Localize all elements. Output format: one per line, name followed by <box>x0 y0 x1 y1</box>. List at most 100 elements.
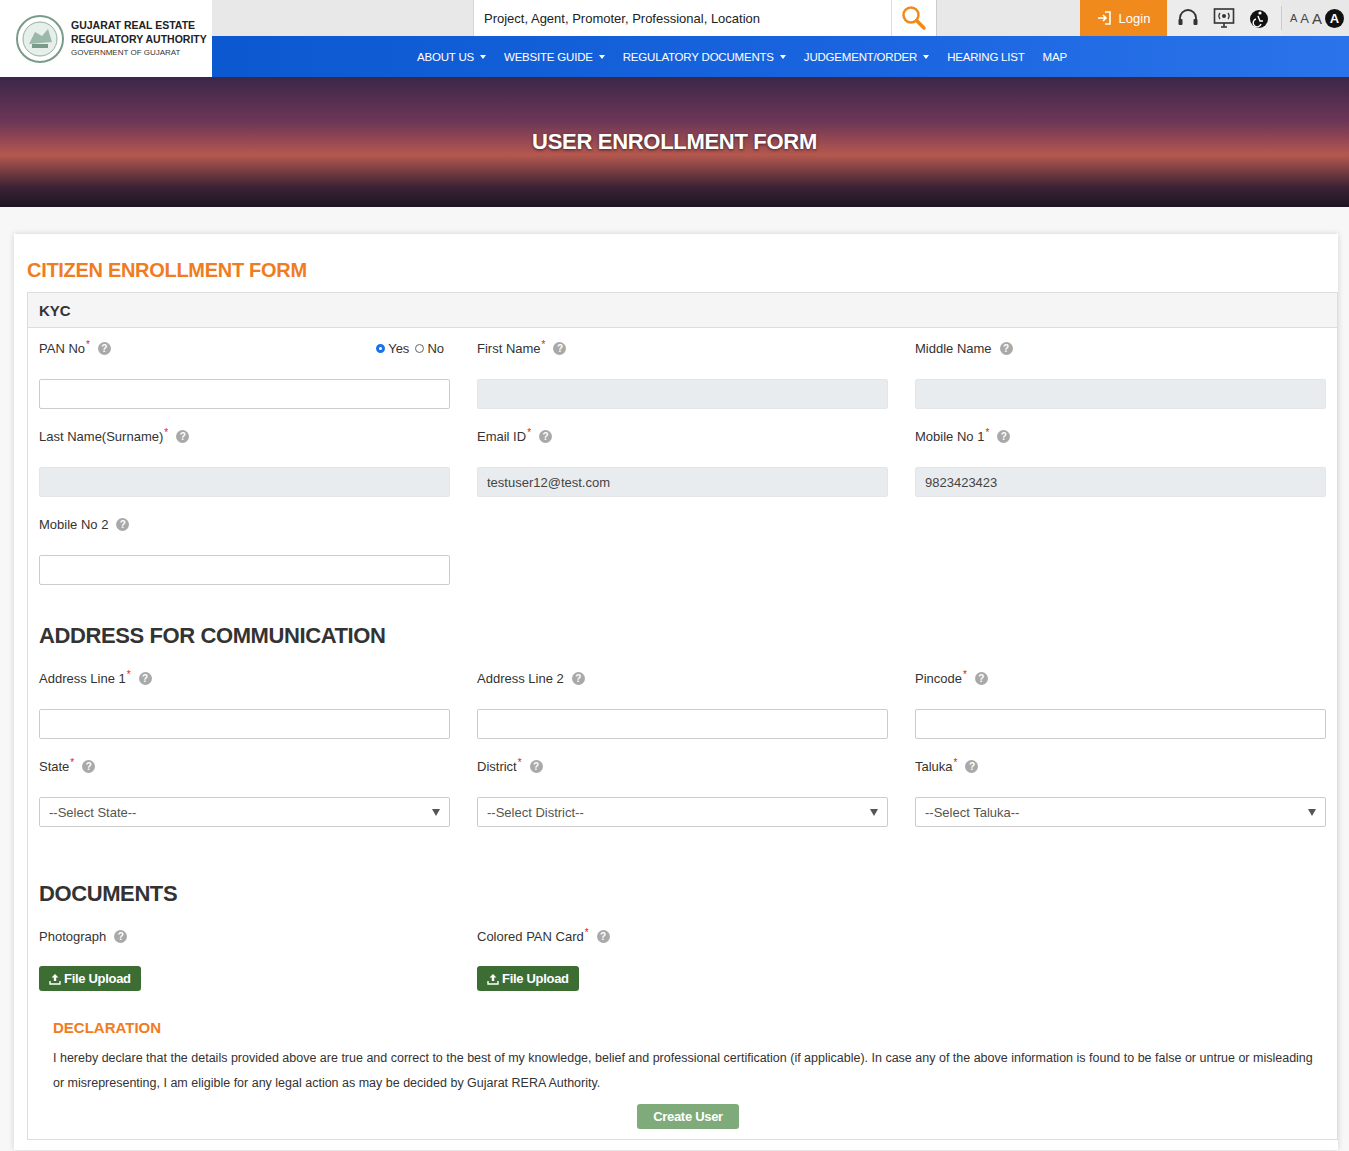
text-input[interactable] <box>915 709 1326 739</box>
field-label: Email ID* <box>477 427 531 444</box>
logo-text: GOVERNMENT OF GUJARAT <box>71 46 207 60</box>
content: CITIZEN ENROLLMENT FORM KYC PAN No* ? Ye… <box>0 207 1349 1150</box>
help-icon[interactable]: ? <box>1000 342 1013 355</box>
search-button[interactable] <box>891 0 937 36</box>
help-icon[interactable]: ? <box>597 930 610 943</box>
nav-item[interactable]: ABOUT US <box>417 51 486 63</box>
radio-option[interactable]: Yes <box>376 341 409 356</box>
field-label: State* <box>39 757 74 774</box>
text-input <box>39 467 450 497</box>
required-mark: * <box>585 927 589 938</box>
search-input[interactable]: Project, Agent, Promoter, Professional, … <box>473 0 891 36</box>
help-icon[interactable]: ? <box>997 430 1010 443</box>
form-field: Taluka* ? --Select Taluka-- <box>915 757 1326 827</box>
nav-bar: ABOUT US WEBSITE GUIDE REGULATORY DOCUMENT… <box>212 36 1349 77</box>
required-mark: * <box>164 427 168 438</box>
magnifier-icon <box>901 5 927 31</box>
form-field: Address Line 1* ? <box>39 669 450 739</box>
caret-icon <box>870 809 878 816</box>
radio-button[interactable] <box>415 344 424 353</box>
select-field[interactable]: --Select State-- <box>39 797 450 827</box>
text-input[interactable] <box>477 709 888 739</box>
form-field: District* ? --Select District-- <box>477 757 888 827</box>
font-size-button[interactable]: A <box>1312 11 1322 26</box>
file-upload-button[interactable]: File Upload <box>39 966 141 991</box>
section-heading: ADDRESS FOR COMMUNICATION <box>39 623 1326 649</box>
field-label: Colored PAN Card* <box>477 927 589 944</box>
text-input[interactable] <box>39 379 450 409</box>
form-field: Last Name(Surname)* ? <box>39 427 450 497</box>
font-size-button[interactable]: A <box>1290 13 1297 24</box>
nav-item[interactable]: JUDGEMENT/ORDER <box>804 51 929 63</box>
help-icon[interactable]: ? <box>114 930 127 943</box>
toolbar <box>1167 0 1281 36</box>
field-label: Last Name(Surname)* <box>39 427 168 444</box>
required-mark: * <box>527 427 531 438</box>
nav-item[interactable]: MAP <box>1043 51 1067 63</box>
field-label: Mobile No 2 <box>39 517 108 532</box>
form-field: Mobile No 2 ? <box>39 515 450 585</box>
field-label: Address Line 1* <box>39 669 131 686</box>
help-icon[interactable]: ? <box>975 672 988 685</box>
help-icon[interactable]: ? <box>530 760 543 773</box>
form-field: Pincode* ? <box>915 669 1326 739</box>
banner: USER ENROLLMENT FORM <box>0 77 1349 207</box>
field-label: Pincode* <box>915 669 967 686</box>
help-icon[interactable]: ? <box>965 760 978 773</box>
document-field: Colored PAN Card* ? File Upload <box>477 927 888 991</box>
help-icon[interactable]: ? <box>176 430 189 443</box>
field-label: Mobile No 1* <box>915 427 989 444</box>
font-size-button[interactable]: A <box>1300 12 1309 25</box>
required-mark: * <box>127 669 131 680</box>
nav-item[interactable]: WEBSITE GUIDE <box>504 51 605 63</box>
nav-item[interactable]: HEARING LIST <box>947 51 1024 63</box>
caret-icon <box>1308 809 1316 816</box>
document-fields: Photograph ? File UploadColored PAN Card… <box>39 927 1326 991</box>
font-size-button[interactable]: A <box>1325 9 1344 28</box>
select-field[interactable]: --Select District-- <box>477 797 888 827</box>
radio-button[interactable] <box>376 344 385 353</box>
text-input <box>915 379 1326 409</box>
dropdown-caret-icon <box>780 55 786 59</box>
help-icon[interactable]: ? <box>139 672 152 685</box>
file-upload-button[interactable]: File Upload <box>477 966 579 991</box>
radio-option[interactable]: No <box>415 341 444 356</box>
upload-icon <box>49 973 61 985</box>
select-field[interactable]: --Select Taluka-- <box>915 797 1326 827</box>
form-box: KYC PAN No* ? YesNo First Name* ? Middle… <box>27 292 1338 1140</box>
field-label: Middle Name <box>915 341 992 356</box>
declaration-text: I hereby declare that the details provid… <box>53 1046 1323 1096</box>
help-icon[interactable]: ? <box>539 430 552 443</box>
form-field: Email ID* ? testuser12@test.com <box>477 427 888 497</box>
form-title: CITIZEN ENROLLMENT FORM <box>27 258 1338 282</box>
create-user-button[interactable]: Create User <box>637 1104 739 1129</box>
address-fields: Address Line 1* ? Address Line 2 ? Pinco… <box>39 669 1326 827</box>
login-button[interactable]: Login <box>1080 0 1167 36</box>
field-label: PAN No* <box>39 339 90 356</box>
help-icon[interactable]: ? <box>553 342 566 355</box>
field-label: Address Line 2 <box>477 671 564 686</box>
logo[interactable]: GUJARAT REAL ESTATEREGULATORY AUTHORITYG… <box>0 0 212 77</box>
help-icon[interactable]: ? <box>98 342 111 355</box>
help-icon[interactable]: ? <box>116 518 129 531</box>
screen-reader-icon[interactable] <box>1213 7 1235 29</box>
help-icon[interactable]: ? <box>572 672 585 685</box>
page: GUJARAT REAL ESTATEREGULATORY AUTHORITYG… <box>0 0 1349 1151</box>
banner-title: USER ENROLLMENT FORM <box>532 129 817 155</box>
field-label: District* <box>477 757 522 774</box>
headset-icon[interactable] <box>1177 8 1199 28</box>
required-mark: * <box>542 339 546 350</box>
accessibility-icon[interactable] <box>1249 7 1269 29</box>
caret-icon <box>432 809 440 816</box>
declaration: DECLARATION I hereby declare that the de… <box>39 991 1326 1129</box>
text-input[interactable] <box>39 555 450 585</box>
nav-item[interactable]: REGULATORY DOCUMENTS <box>623 51 786 63</box>
required-mark: * <box>86 339 90 350</box>
dropdown-caret-icon <box>599 55 605 59</box>
required-mark: * <box>70 757 74 768</box>
field-label: First Name* <box>477 339 545 356</box>
help-icon[interactable]: ? <box>82 760 95 773</box>
text-input[interactable] <box>39 709 450 739</box>
required-mark: * <box>518 757 522 768</box>
form-field: State* ? --Select State-- <box>39 757 450 827</box>
